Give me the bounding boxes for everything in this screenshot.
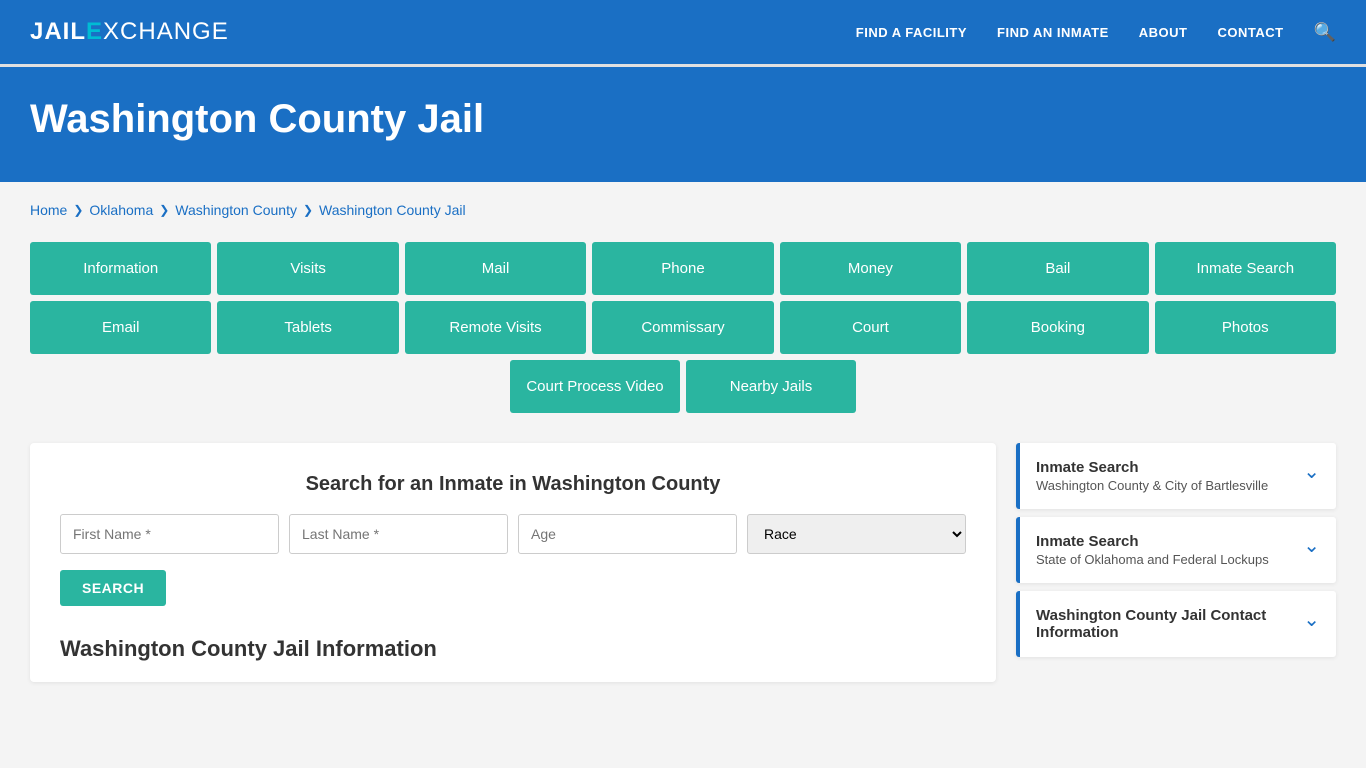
btn-court-process-video[interactable]: Court Process Video bbox=[510, 360, 680, 413]
race-select[interactable]: Race White Black Hispanic Asian Other bbox=[747, 514, 966, 554]
btn-money[interactable]: Money bbox=[780, 242, 961, 295]
breadcrumb: Home ❯ Oklahoma ❯ Washington County ❯ Wa… bbox=[30, 202, 1336, 218]
nav-find-facility[interactable]: FIND A FACILITY bbox=[856, 25, 967, 40]
breadcrumb-sep-3: ❯ bbox=[303, 203, 313, 217]
nav-find-inmate[interactable]: FIND AN INMATE bbox=[997, 25, 1109, 40]
content-columns: Search for an Inmate in Washington Count… bbox=[30, 443, 1336, 682]
page-title: Washington County Jail bbox=[30, 97, 1336, 142]
btn-remote-visits[interactable]: Remote Visits bbox=[405, 301, 586, 354]
hero-banner: Washington County Jail bbox=[0, 67, 1366, 182]
breadcrumb-jail[interactable]: Washington County Jail bbox=[319, 202, 466, 218]
sidebar-item-0-sub-label: Washington County & City of Bartlesville bbox=[1036, 478, 1268, 493]
search-form: Race White Black Hispanic Asian Other bbox=[60, 514, 966, 554]
breadcrumb-washington-county[interactable]: Washington County bbox=[175, 202, 297, 218]
search-button[interactable]: SEARCH bbox=[60, 570, 166, 606]
chevron-down-icon-2: ⌄ bbox=[1303, 607, 1320, 632]
btn-mail[interactable]: Mail bbox=[405, 242, 586, 295]
btn-photos[interactable]: Photos bbox=[1155, 301, 1336, 354]
button-grid-row2: Email Tablets Remote Visits Commissary C… bbox=[30, 301, 1336, 354]
sidebar-item-1-main-label: Inmate Search bbox=[1036, 533, 1269, 550]
last-name-input[interactable] bbox=[289, 514, 508, 554]
nav-about[interactable]: ABOUT bbox=[1139, 25, 1188, 40]
sidebar-item-2-main-label: Washington County Jail Contact Informati… bbox=[1036, 607, 1293, 641]
btn-information[interactable]: Information bbox=[30, 242, 211, 295]
first-name-input[interactable] bbox=[60, 514, 279, 554]
main-nav: FIND A FACILITY FIND AN INMATE ABOUT CON… bbox=[856, 22, 1336, 43]
btn-tablets[interactable]: Tablets bbox=[217, 301, 398, 354]
logo-exchange: XCHANGE bbox=[103, 18, 229, 45]
chevron-down-icon-1: ⌄ bbox=[1303, 533, 1320, 558]
btn-nearby-jails[interactable]: Nearby Jails bbox=[686, 360, 856, 413]
sidebar: Inmate Search Washington County & City o… bbox=[1016, 443, 1336, 665]
sidebar-item-0-main-label: Inmate Search bbox=[1036, 459, 1268, 476]
button-grid-row1: Information Visits Mail Phone Money Bail… bbox=[30, 242, 1336, 295]
breadcrumb-sep-2: ❯ bbox=[159, 203, 169, 217]
chevron-down-icon-0: ⌄ bbox=[1303, 459, 1320, 484]
info-section-title: Washington County Jail Information bbox=[60, 636, 966, 662]
breadcrumb-oklahoma[interactable]: Oklahoma bbox=[89, 202, 153, 218]
logo-jail: JAIL bbox=[30, 18, 86, 45]
btn-phone[interactable]: Phone bbox=[592, 242, 773, 295]
main-column: Search for an Inmate in Washington Count… bbox=[30, 443, 996, 682]
btn-bail[interactable]: Bail bbox=[967, 242, 1148, 295]
btn-commissary[interactable]: Commissary bbox=[592, 301, 773, 354]
nav-contact[interactable]: CONTACT bbox=[1217, 25, 1283, 40]
sidebar-item-0[interactable]: Inmate Search Washington County & City o… bbox=[1016, 443, 1336, 509]
button-grid-row3: Court Process Video Nearby Jails bbox=[30, 360, 1336, 413]
breadcrumb-home[interactable]: Home bbox=[30, 202, 67, 218]
sidebar-item-1[interactable]: Inmate Search State of Oklahoma and Fede… bbox=[1016, 517, 1336, 583]
age-input[interactable] bbox=[518, 514, 737, 554]
btn-booking[interactable]: Booking bbox=[967, 301, 1148, 354]
sidebar-item-1-sub-label: State of Oklahoma and Federal Lockups bbox=[1036, 552, 1269, 567]
breadcrumb-sep-1: ❯ bbox=[73, 203, 83, 217]
btn-email[interactable]: Email bbox=[30, 301, 211, 354]
site-logo: JAILEXCHANGE bbox=[30, 18, 229, 46]
btn-court[interactable]: Court bbox=[780, 301, 961, 354]
sidebar-item-2[interactable]: Washington County Jail Contact Informati… bbox=[1016, 591, 1336, 657]
main-area: Home ❯ Oklahoma ❯ Washington County ❯ Wa… bbox=[0, 182, 1366, 712]
btn-inmate-search[interactable]: Inmate Search bbox=[1155, 242, 1336, 295]
site-header: JAILEXCHANGE FIND A FACILITY FIND AN INM… bbox=[0, 0, 1366, 64]
search-title: Search for an Inmate in Washington Count… bbox=[60, 473, 966, 496]
btn-visits[interactable]: Visits bbox=[217, 242, 398, 295]
search-icon-button[interactable]: 🔍 bbox=[1314, 22, 1336, 43]
logo-x: E bbox=[86, 18, 103, 45]
